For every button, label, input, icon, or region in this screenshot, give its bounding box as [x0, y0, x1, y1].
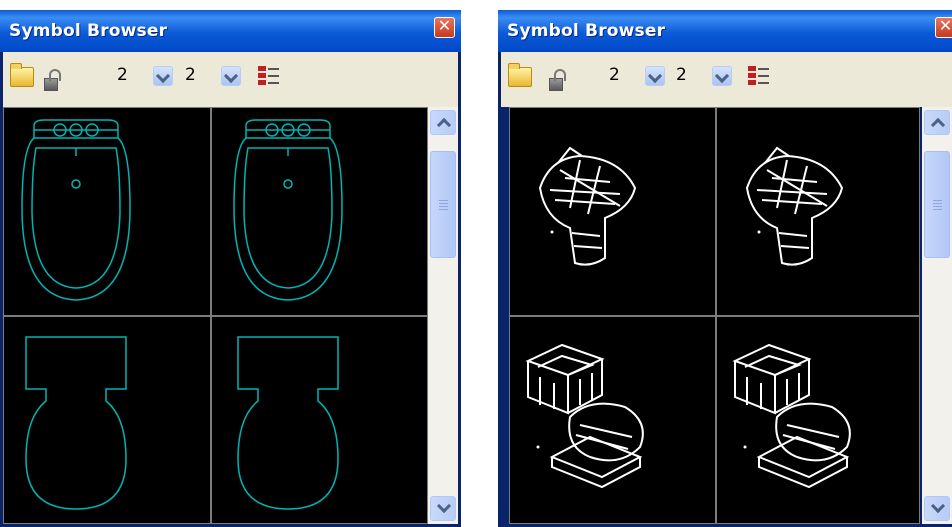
cols-select-value: 2 — [185, 65, 196, 85]
scroll-thumb[interactable] — [430, 151, 456, 258]
toilet-plan-symbol-mirror — [237, 336, 339, 510]
toilet-plan-symbol — [25, 336, 127, 510]
bidet-3d-symbol — [538, 146, 637, 266]
symbol-cell-toilet-mirror[interactable] — [211, 316, 428, 524]
toolbar: 2 2 — [3, 52, 458, 107]
chevron-down-icon[interactable] — [153, 66, 173, 86]
scroll-down-icon[interactable] — [924, 496, 950, 521]
title-bar[interactable]: Symbol Browser ✕ — [498, 10, 952, 52]
folder-icon[interactable] — [10, 63, 34, 87]
bidet-3d-symbol-mirror — [745, 146, 844, 266]
toolbar: 2 2 — [501, 52, 952, 107]
symbol-cell-toilet-3d-mirror[interactable] — [716, 316, 920, 524]
bidet-plan-symbol-mirror — [233, 119, 343, 301]
scroll-thumb[interactable] — [924, 151, 950, 258]
symbol-cell-toilet[interactable] — [3, 316, 211, 524]
title-bar[interactable]: Symbol Browser ✕ — [0, 10, 461, 52]
close-button[interactable]: ✕ — [935, 16, 952, 38]
close-icon: ✕ — [938, 16, 952, 35]
close-button[interactable]: ✕ — [434, 16, 455, 38]
vertical-scrollbar[interactable] — [922, 107, 952, 524]
toilet-3d-symbol — [525, 343, 644, 489]
rows-select[interactable]: 2 — [117, 64, 177, 88]
symbol-cell-bidet-3d-mirror[interactable] — [716, 107, 920, 316]
symbol-cell-toilet-3d[interactable] — [509, 316, 716, 524]
bidet-plan-symbol — [21, 119, 131, 301]
window-title: Symbol Browser — [9, 21, 168, 41]
list-options-icon[interactable] — [256, 64, 280, 88]
scroll-up-icon[interactable] — [924, 110, 950, 135]
chevron-down-icon[interactable] — [645, 66, 665, 86]
symbol-browser-window-right: Symbol Browser ✕ 2 2 — [498, 10, 952, 527]
symbol-cell-bidet-3d[interactable] — [509, 107, 716, 316]
toilet-3d-symbol-mirror — [732, 343, 851, 489]
symbol-grid — [3, 107, 428, 524]
symbol-cell-bidet-mirror[interactable] — [211, 107, 428, 316]
window-title: Symbol Browser — [507, 21, 666, 41]
symbol-cell-bidet[interactable] — [3, 107, 211, 316]
cols-select[interactable]: 2 — [676, 64, 736, 88]
close-icon: ✕ — [437, 16, 452, 35]
list-options-icon[interactable] — [746, 64, 770, 88]
vertical-scrollbar[interactable] — [428, 107, 458, 524]
rows-select-value: 2 — [609, 65, 620, 85]
symbol-grid — [509, 107, 920, 524]
lock-icon[interactable] — [549, 69, 566, 91]
folder-icon[interactable] — [508, 63, 532, 87]
rows-select-value: 2 — [117, 65, 128, 85]
cols-select-value: 2 — [676, 65, 687, 85]
scroll-down-icon[interactable] — [430, 496, 456, 521]
scroll-up-icon[interactable] — [430, 110, 456, 135]
chevron-down-icon[interactable] — [221, 66, 241, 86]
lock-icon[interactable] — [44, 69, 61, 91]
chevron-down-icon[interactable] — [712, 66, 732, 86]
cols-select[interactable]: 2 — [185, 64, 245, 88]
rows-select[interactable]: 2 — [609, 64, 669, 88]
symbol-browser-window-left: Symbol Browser ✕ 2 2 — [0, 10, 461, 527]
